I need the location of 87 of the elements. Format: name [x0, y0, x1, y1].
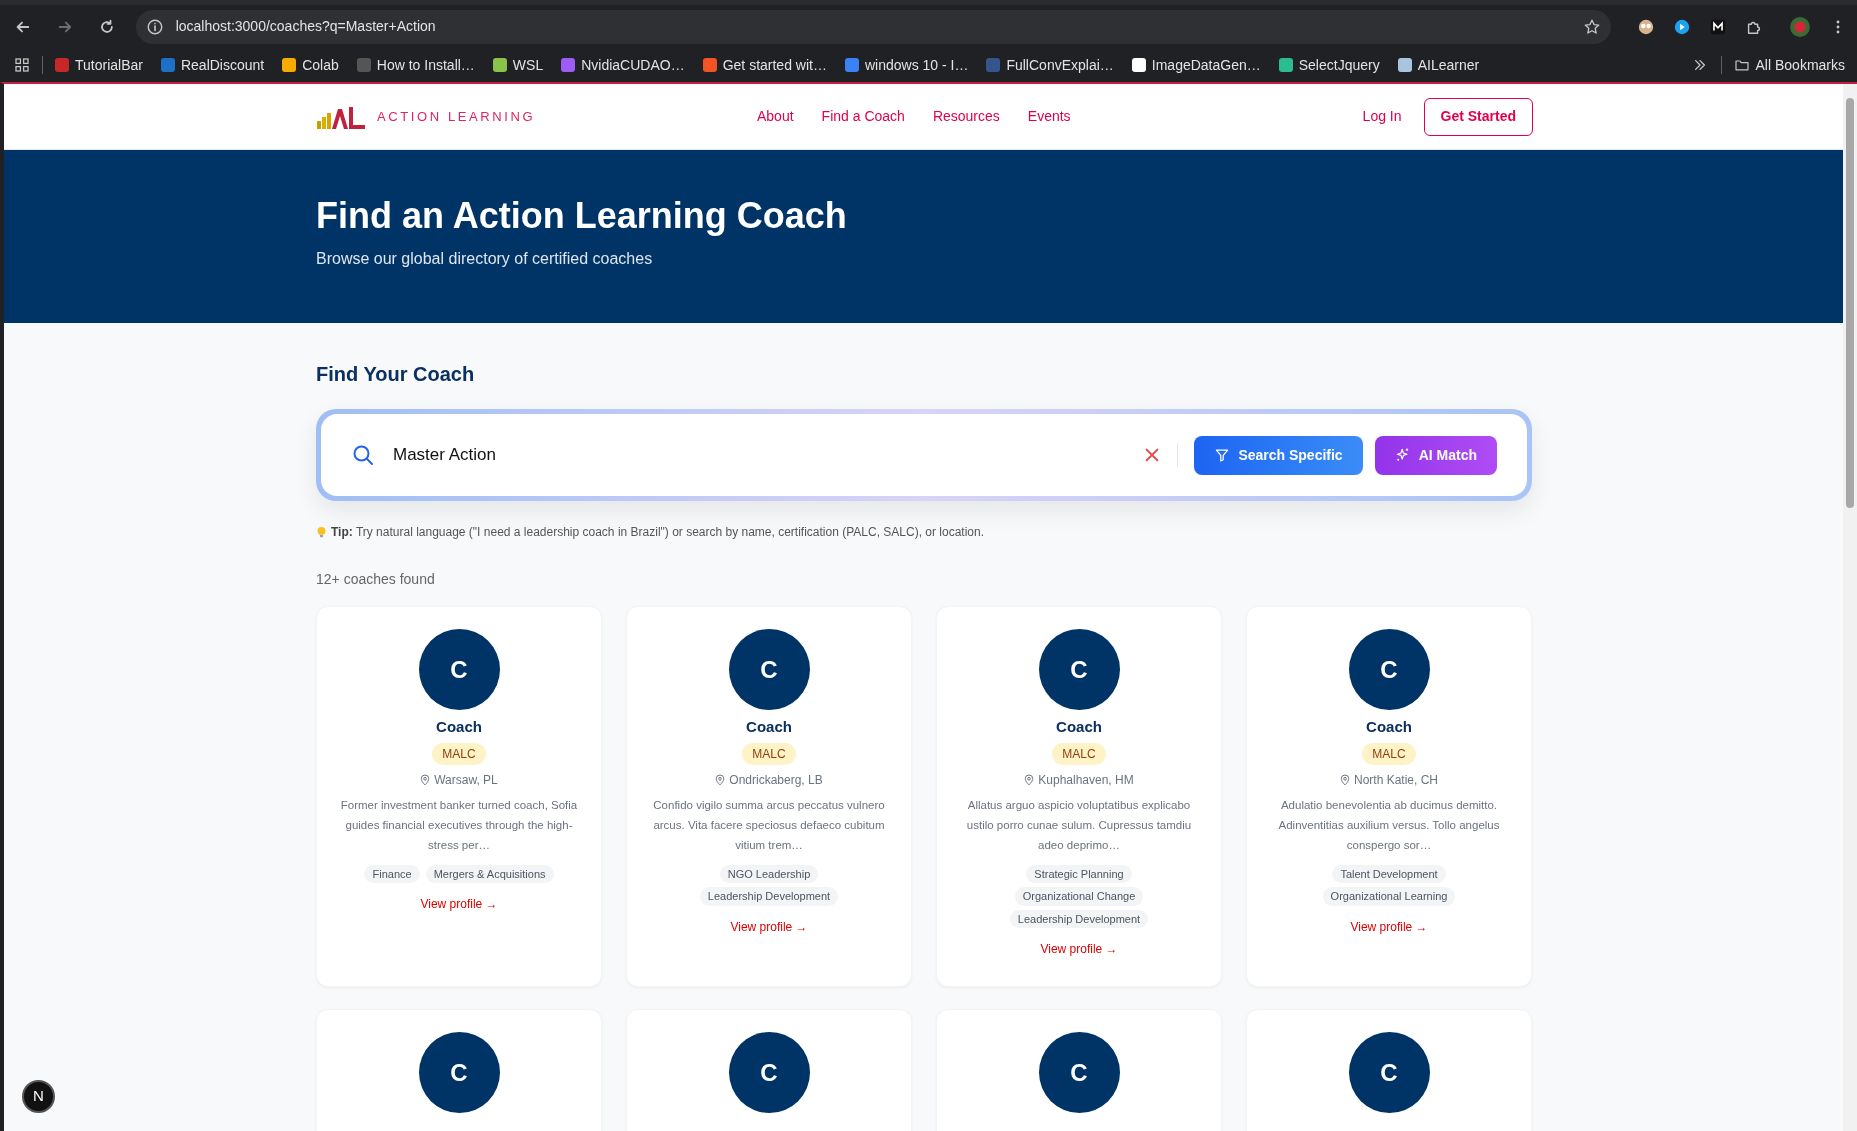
address-bar[interactable]: localhost:3000/coaches?q=Master+Action: [135, 9, 1611, 44]
specialty-tag: Leadership Development: [699, 887, 839, 906]
coach-name: Coach: [1366, 717, 1412, 737]
location-pin-icon: [1024, 773, 1035, 786]
view-profile-link[interactable]: View profile →: [730, 917, 808, 936]
url-text: localhost:3000/coaches?q=Master+Action: [175, 17, 437, 36]
nav-link[interactable]: Find a Coach: [821, 106, 905, 127]
coach-bio: Adulatio benevolentia ab ducimus demitto. Adinventitias auxilium versus. Tollo angelus conspergo sor…: [1277, 797, 1501, 853]
coach-bio: Allatus arguo aspicio voluptatibus explicabo ustilo porro cunae sulum. Cupressus tamdiu adeo deprimo…: [965, 797, 1193, 853]
avatar: C: [1348, 1032, 1430, 1113]
view-profile-link[interactable]: View profile →: [420, 895, 498, 913]
location-pin-icon: [715, 773, 726, 786]
nav-link[interactable]: Resources: [932, 106, 1000, 127]
coach-name: Coach: [1056, 717, 1102, 737]
search-field[interactable]: Master Action: [393, 442, 1144, 468]
coach-name: Coach: [746, 717, 792, 737]
location-pin-icon: [1340, 773, 1350, 786]
specialty-tag: Organizational Learning: [1322, 887, 1456, 906]
certification-badge: MALC: [1052, 742, 1106, 765]
search-icon: [351, 443, 375, 467]
filter-icon: [1214, 447, 1231, 463]
certification-badge: MALC: [1362, 742, 1416, 765]
bookmark-item[interactable]: FullConvExplai…: [986, 54, 1114, 76]
coach-location: Kuphalhaven, HM: [1038, 771, 1134, 789]
specialty-tag: Organizational Change: [1014, 887, 1144, 906]
specialty-tag: Talent Development: [1332, 864, 1446, 883]
avatar: C: [728, 629, 810, 710]
bookmark-item[interactable]: SelectJquery: [1278, 54, 1380, 76]
bookmark-item[interactable]: Colab: [282, 54, 339, 76]
avatar: C: [418, 1032, 500, 1113]
bookmark-item[interactable]: windows 10 - I…: [844, 54, 969, 76]
certification-badge: MALC: [742, 742, 796, 765]
ai-match-button[interactable]: AI Match: [1374, 435, 1497, 475]
specialty-tag: Finance: [364, 864, 420, 883]
coach-bio: Former investment banker turned coach, Sofia guides financial executives through the high-stress per…: [339, 797, 579, 853]
bookmark-item[interactable]: TutorialBar: [55, 54, 143, 76]
extension-icon[interactable]: [1637, 17, 1655, 36]
bookmark-item[interactable]: WSL: [492, 54, 544, 76]
logo-icon[interactable]: [317, 104, 367, 129]
tip-text: Tip: Try natural language ("I need a leadership coach in Brazil") or search by name, certification (PALC, SALC), or location.: [331, 524, 985, 541]
bookmark-item[interactable]: Get started wit…: [702, 54, 827, 76]
bookmark-item[interactable]: ImageDataGen…: [1131, 54, 1261, 76]
results-count: 12+ coaches found: [316, 570, 436, 589]
bookmark-item[interactable]: NvidiaCUDAO…: [561, 54, 685, 76]
nav-link[interactable]: Events: [1027, 106, 1071, 127]
coach-location: North Katie, CH: [1354, 771, 1438, 789]
view-profile-link[interactable]: View profile →: [1350, 917, 1428, 936]
specialty-tag: Strategic Planning: [1026, 864, 1132, 883]
coach-location: Ondrickaberg, LB: [729, 771, 823, 789]
brand-name[interactable]: ACTION LEARNING: [377, 106, 536, 127]
avatar: C: [1038, 629, 1120, 710]
location-pin-icon: [420, 773, 431, 786]
avatar: C: [728, 1032, 810, 1113]
specialty-tag: Mergers & Acquisitions: [425, 864, 554, 883]
dev-tools-button[interactable]: N: [22, 1080, 55, 1113]
bookmark-item[interactable]: AILearner: [1397, 54, 1480, 76]
lightbulb-icon: [316, 525, 327, 539]
site-info-icon[interactable]: [145, 17, 164, 36]
bookmark-item[interactable]: How to Install…: [356, 54, 475, 76]
play-icon[interactable]: [1673, 17, 1691, 36]
page-subtitle: Browse our global directory of certified coaches: [316, 249, 654, 270]
search-specific-button[interactable]: Search Specific: [1194, 435, 1363, 475]
apps-icon[interactable]: [14, 57, 30, 73]
all-bookmarks-button[interactable]: All Bookmarks: [1733, 54, 1845, 76]
profile-avatar-icon[interactable]: [1789, 15, 1811, 38]
coach-bio: Confido vigilo summa arcus peccatus vulnero arcus. Vita facere speciosus defaeco cubitum vitium trem…: [652, 797, 886, 853]
specialty-tag: Leadership Development: [1009, 909, 1149, 928]
avatar: C: [1038, 1032, 1120, 1113]
more-bookmarks-icon[interactable]: [1692, 58, 1707, 72]
view-profile-link[interactable]: View profile →: [1040, 940, 1118, 958]
sparkles-icon: [1394, 447, 1411, 463]
star-icon[interactable]: [1583, 17, 1601, 36]
certification-badge: MALC: [432, 742, 486, 765]
extension-icon[interactable]: [1709, 17, 1727, 36]
bookmark-item[interactable]: RealDiscount: [160, 54, 265, 76]
scrollbar[interactable]: [1843, 84, 1857, 1131]
get-started-button[interactable]: Get Started: [1423, 97, 1533, 136]
nav-link[interactable]: About: [757, 106, 794, 127]
avatar: C: [1348, 629, 1430, 710]
page-title: Find an Action Learning Coach: [316, 194, 848, 238]
login-link[interactable]: Log In: [1362, 106, 1402, 127]
section-heading: Find Your Coach: [316, 362, 476, 387]
folder-icon: [1733, 57, 1750, 73]
specialty-tag: NGO Leadership: [719, 864, 819, 883]
avatar: C: [418, 629, 500, 710]
coach-name: Coach: [436, 717, 482, 737]
coach-location: Warsaw, PL: [434, 771, 498, 789]
